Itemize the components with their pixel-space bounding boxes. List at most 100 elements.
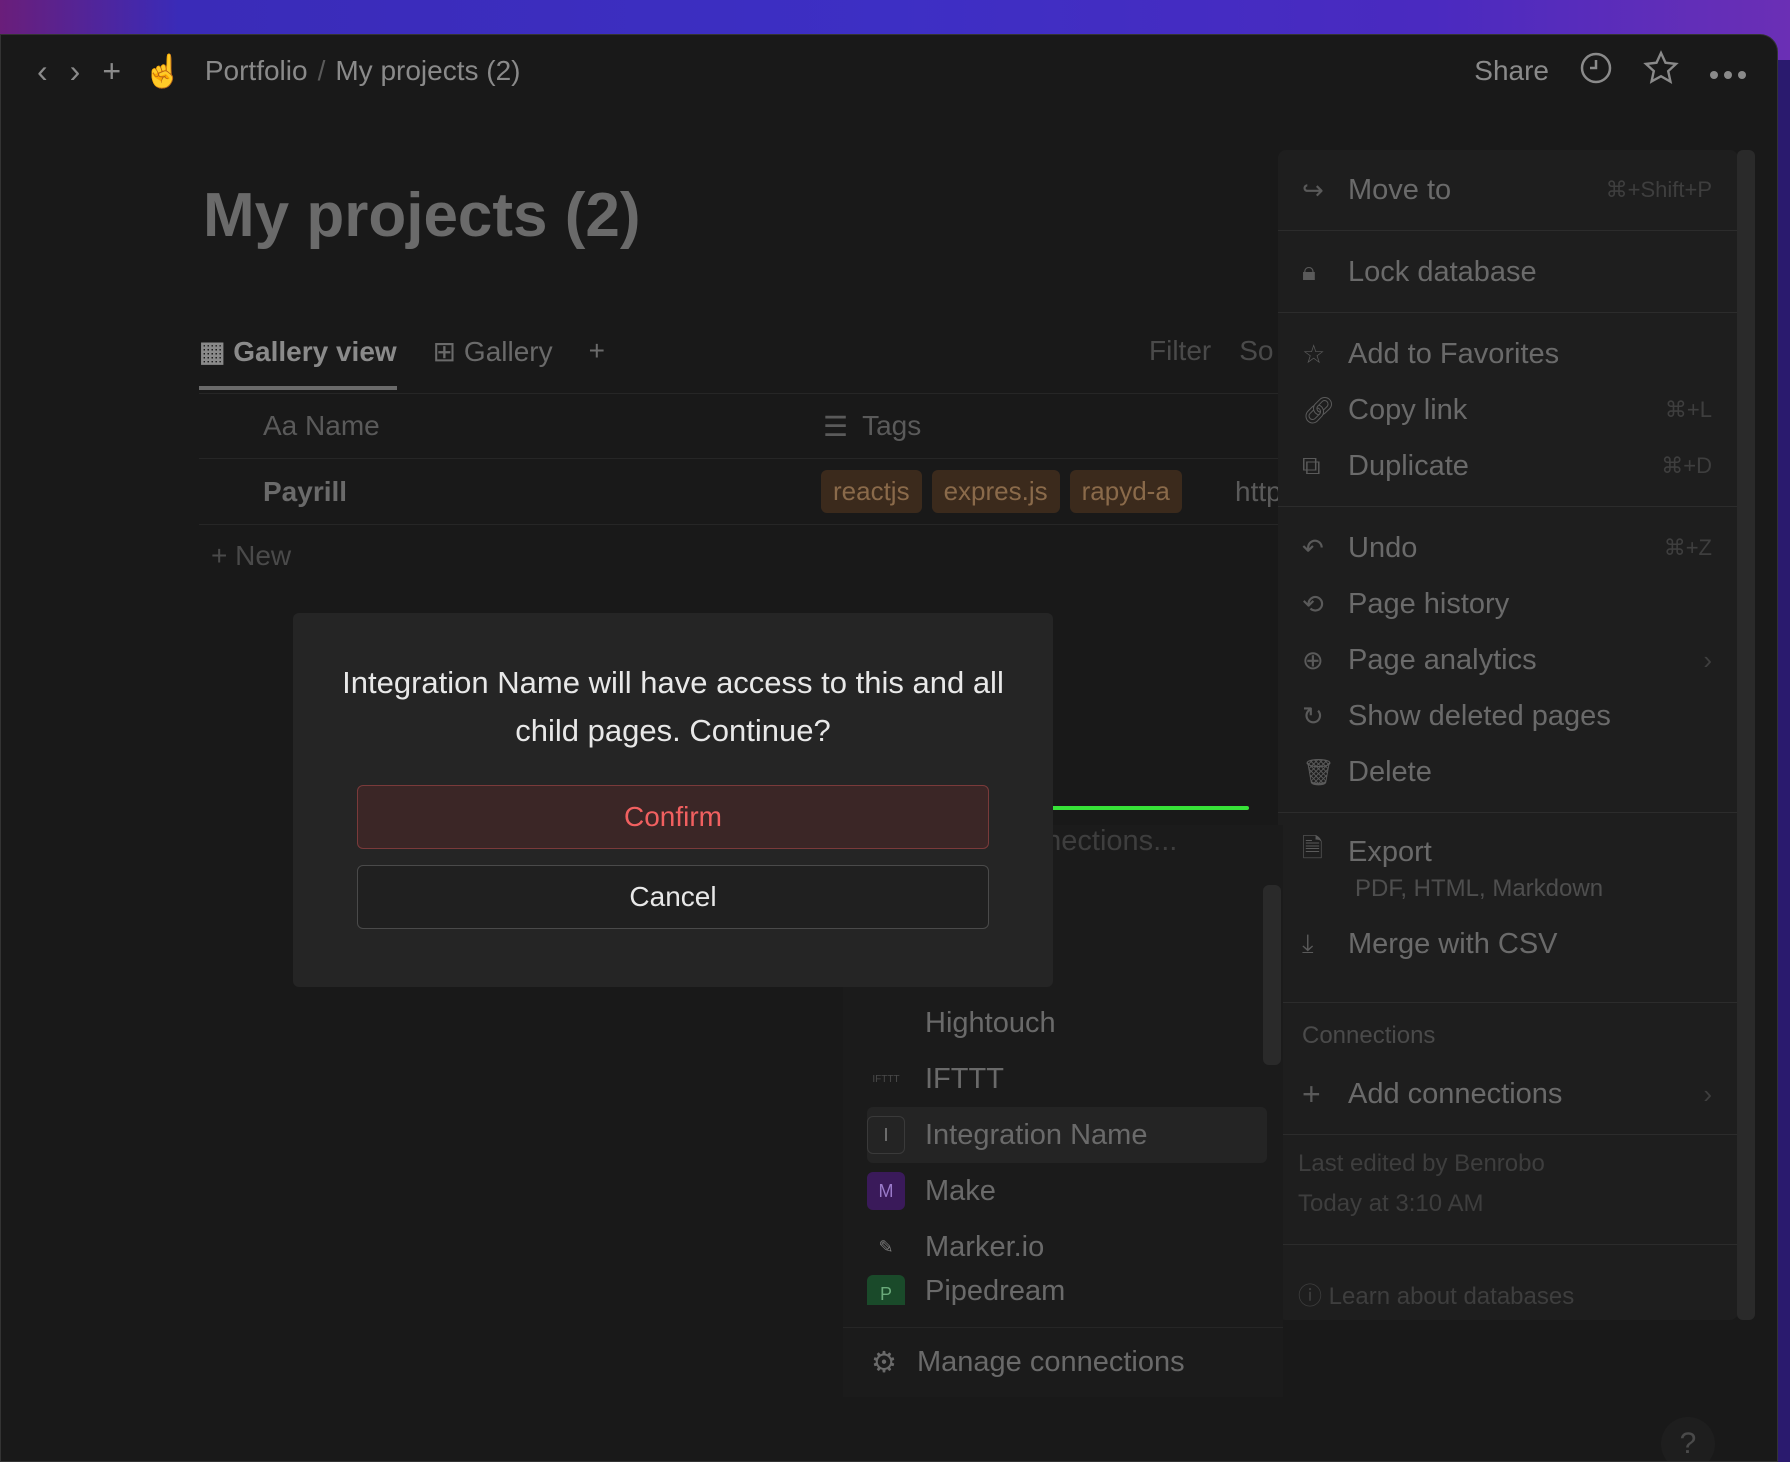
duplicate-icon: ⧉ <box>1302 450 1321 480</box>
view-tools: Filter So <box>1149 335 1273 367</box>
forward-arrow-icon[interactable]: › <box>70 53 81 90</box>
row-tags: reactjs expres.js rapyd-a <box>821 470 1221 513</box>
menu-item-label: Export <box>1348 835 1432 868</box>
connection-item-hightouch[interactable]: Hightouch <box>867 995 1267 1051</box>
menu-item-label: Lock database <box>1348 255 1537 288</box>
shortcut-text: ⌘+L <box>1664 397 1712 422</box>
connections-scrollbar[interactable] <box>1263 885 1281 1065</box>
menu-item-merge-with-csv[interactable]: ⤓ Merge with CSV <box>1302 916 1712 972</box>
connection-item-integration-name[interactable]: I Integration Name <box>867 1107 1267 1163</box>
connection-item-ifttt[interactable]: IFTTT IFTTT <box>867 1051 1267 1107</box>
menu-item-label: Move to <box>1348 173 1452 206</box>
database-options-menu: ↪ Move to ⌘+Shift+P 🔒︎ Lock database ☆ Add t… <box>1278 150 1738 1320</box>
ifttt-icon: IFTTT <box>872 1073 900 1085</box>
back-arrow-icon[interactable]: ‹ <box>37 53 48 90</box>
tab-gallery-view-label: Gallery view <box>233 335 397 367</box>
column-tags[interactable]: Tags <box>862 410 921 442</box>
menu-item-label: Copy link <box>1348 393 1468 426</box>
tab-gallery[interactable]: ⊞ Gallery <box>433 335 553 368</box>
tag-chip: rapyd-a <box>1069 470 1182 513</box>
new-row-label: New <box>235 540 292 571</box>
menu-item-undo[interactable]: ↶ Undo ⌘+Z <box>1302 520 1712 576</box>
menu-item-label: Merge with CSV <box>1348 927 1558 960</box>
chevron-right-icon: › <box>1703 644 1712 675</box>
view-tabs: ▦ Gallery view ⊞ Gallery + <box>199 311 605 391</box>
tab-gallery-label: Gallery <box>463 335 553 367</box>
menu-item-show-deleted-pages[interactable]: ↻ Show deleted pages <box>1302 688 1712 744</box>
menu-item-label: Page analytics <box>1348 643 1537 676</box>
clock-icon[interactable] <box>1579 51 1613 92</box>
pipedream-icon: P <box>867 1275 905 1305</box>
menu-item-add-connections[interactable]: + Add connections › <box>1302 1066 1712 1122</box>
page-title: My projects (2) <box>203 181 641 250</box>
more-options-icon[interactable] <box>1709 55 1747 87</box>
menu-item-delete[interactable]: 🗑︎ Delete <box>1302 744 1712 800</box>
divider <box>1278 506 1738 507</box>
chevron-right-icon: › <box>1703 1078 1712 1109</box>
lock-icon: 🔒︎ <box>1302 256 1316 286</box>
divider <box>1278 1002 1738 1003</box>
menu-item-page-analytics[interactable]: ⊕ Page analytics › <box>1302 632 1712 688</box>
connection-item-marker-io[interactable]: ✎ Marker.io <box>867 1219 1267 1275</box>
cancel-button[interactable]: Cancel <box>357 865 989 929</box>
menu-scrollbar[interactable] <box>1737 150 1755 1320</box>
divider <box>1278 1244 1738 1245</box>
menu-item-move-to[interactable]: ↪ Move to ⌘+Shift+P <box>1302 162 1712 218</box>
export-file-icon: 🗎 <box>1302 833 1323 863</box>
shortcut-text: ⌘+Z <box>1663 535 1712 560</box>
menu-item-label: Delete <box>1348 755 1432 788</box>
table-row[interactable]: Payrill reactjs expres.js rapyd-a http <box>199 459 1299 525</box>
menu-item-label: Add connections <box>1348 1077 1563 1110</box>
breadcrumb-my-projects[interactable]: My projects (2) <box>335 55 520 87</box>
connection-label: Integration Name <box>925 1118 1148 1151</box>
new-page-plus-icon[interactable]: + <box>102 53 121 90</box>
menu-item-label: Add to Favorites <box>1348 337 1560 370</box>
learn-about-databases-link[interactable]: ⓘ Learn about databases <box>1298 1276 1574 1311</box>
last-edited-by: Last edited by Benrobo <box>1298 1150 1545 1177</box>
hightouch-icon <box>867 1004 905 1042</box>
shortcut-text: ⌘+D <box>1661 453 1712 478</box>
breadcrumb-portfolio[interactable]: Portfolio <box>205 55 308 87</box>
connection-item-pipedream[interactable]: P Pipedream <box>867 1275 1267 1305</box>
connection-label: IFTTT <box>925 1062 1004 1095</box>
analytics-zoom-icon: ⊕ <box>1302 644 1324 675</box>
topbar-actions: Share <box>1474 35 1747 107</box>
menu-item-export[interactable]: 🗎 Export <box>1302 824 1712 880</box>
confirm-button[interactable]: Confirm <box>357 785 989 849</box>
star-icon[interactable] <box>1643 49 1679 93</box>
help-button[interactable]: ? <box>1661 1417 1715 1461</box>
divider <box>1278 812 1738 813</box>
undo-icon: ↶ <box>1302 532 1324 563</box>
row-name[interactable]: Payrill <box>199 476 805 508</box>
star-icon: ☆ <box>1302 338 1326 369</box>
integration-icon: I <box>867 1116 905 1154</box>
add-view-plus-icon[interactable]: + <box>589 335 605 367</box>
tab-gallery-view[interactable]: ▦ Gallery view <box>199 313 397 390</box>
tag-chip: reactjs <box>821 470 922 513</box>
table-header: Aa Name ☰ Tags <box>199 393 1299 459</box>
sort-button[interactable]: So <box>1239 335 1273 367</box>
menu-item-add-to-favorites[interactable]: ☆ Add to Favorites <box>1302 326 1712 382</box>
history-icon: ⟲ <box>1302 588 1324 619</box>
menu-item-page-history[interactable]: ⟲ Page history <box>1302 576 1712 632</box>
tag-chip: expres.js <box>931 470 1060 513</box>
menu-item-label: Show deleted pages <box>1348 699 1611 732</box>
menu-item-copy-link[interactable]: 🔗︎ Copy link ⌘+L <box>1302 382 1712 438</box>
connection-label: Make <box>925 1174 996 1207</box>
link-icon: 🔗︎ <box>1302 394 1336 425</box>
menu-item-label: Page history <box>1348 587 1510 620</box>
connection-item-make[interactable]: M Make <box>867 1163 1267 1219</box>
manage-connections-label: Manage connections <box>917 1346 1185 1378</box>
table-icon: ▦ <box>199 335 234 367</box>
list-icon: ☰ <box>823 410 849 442</box>
filter-button[interactable]: Filter <box>1149 335 1211 367</box>
marker-pen-icon: ✎ <box>878 1236 894 1257</box>
new-row-button[interactable]: + New <box>211 540 291 572</box>
menu-item-lock-database[interactable]: 🔒︎ Lock database <box>1302 244 1712 300</box>
share-button[interactable]: Share <box>1474 55 1549 87</box>
row-link[interactable]: http <box>1235 476 1282 508</box>
manage-connections-button[interactable]: ⚙ Manage connections <box>843 1327 1283 1397</box>
column-name[interactable]: Aa Name <box>199 410 805 442</box>
menu-item-duplicate[interactable]: ⧉ Duplicate ⌘+D <box>1302 438 1712 494</box>
menu-item-label: Undo <box>1348 531 1418 564</box>
